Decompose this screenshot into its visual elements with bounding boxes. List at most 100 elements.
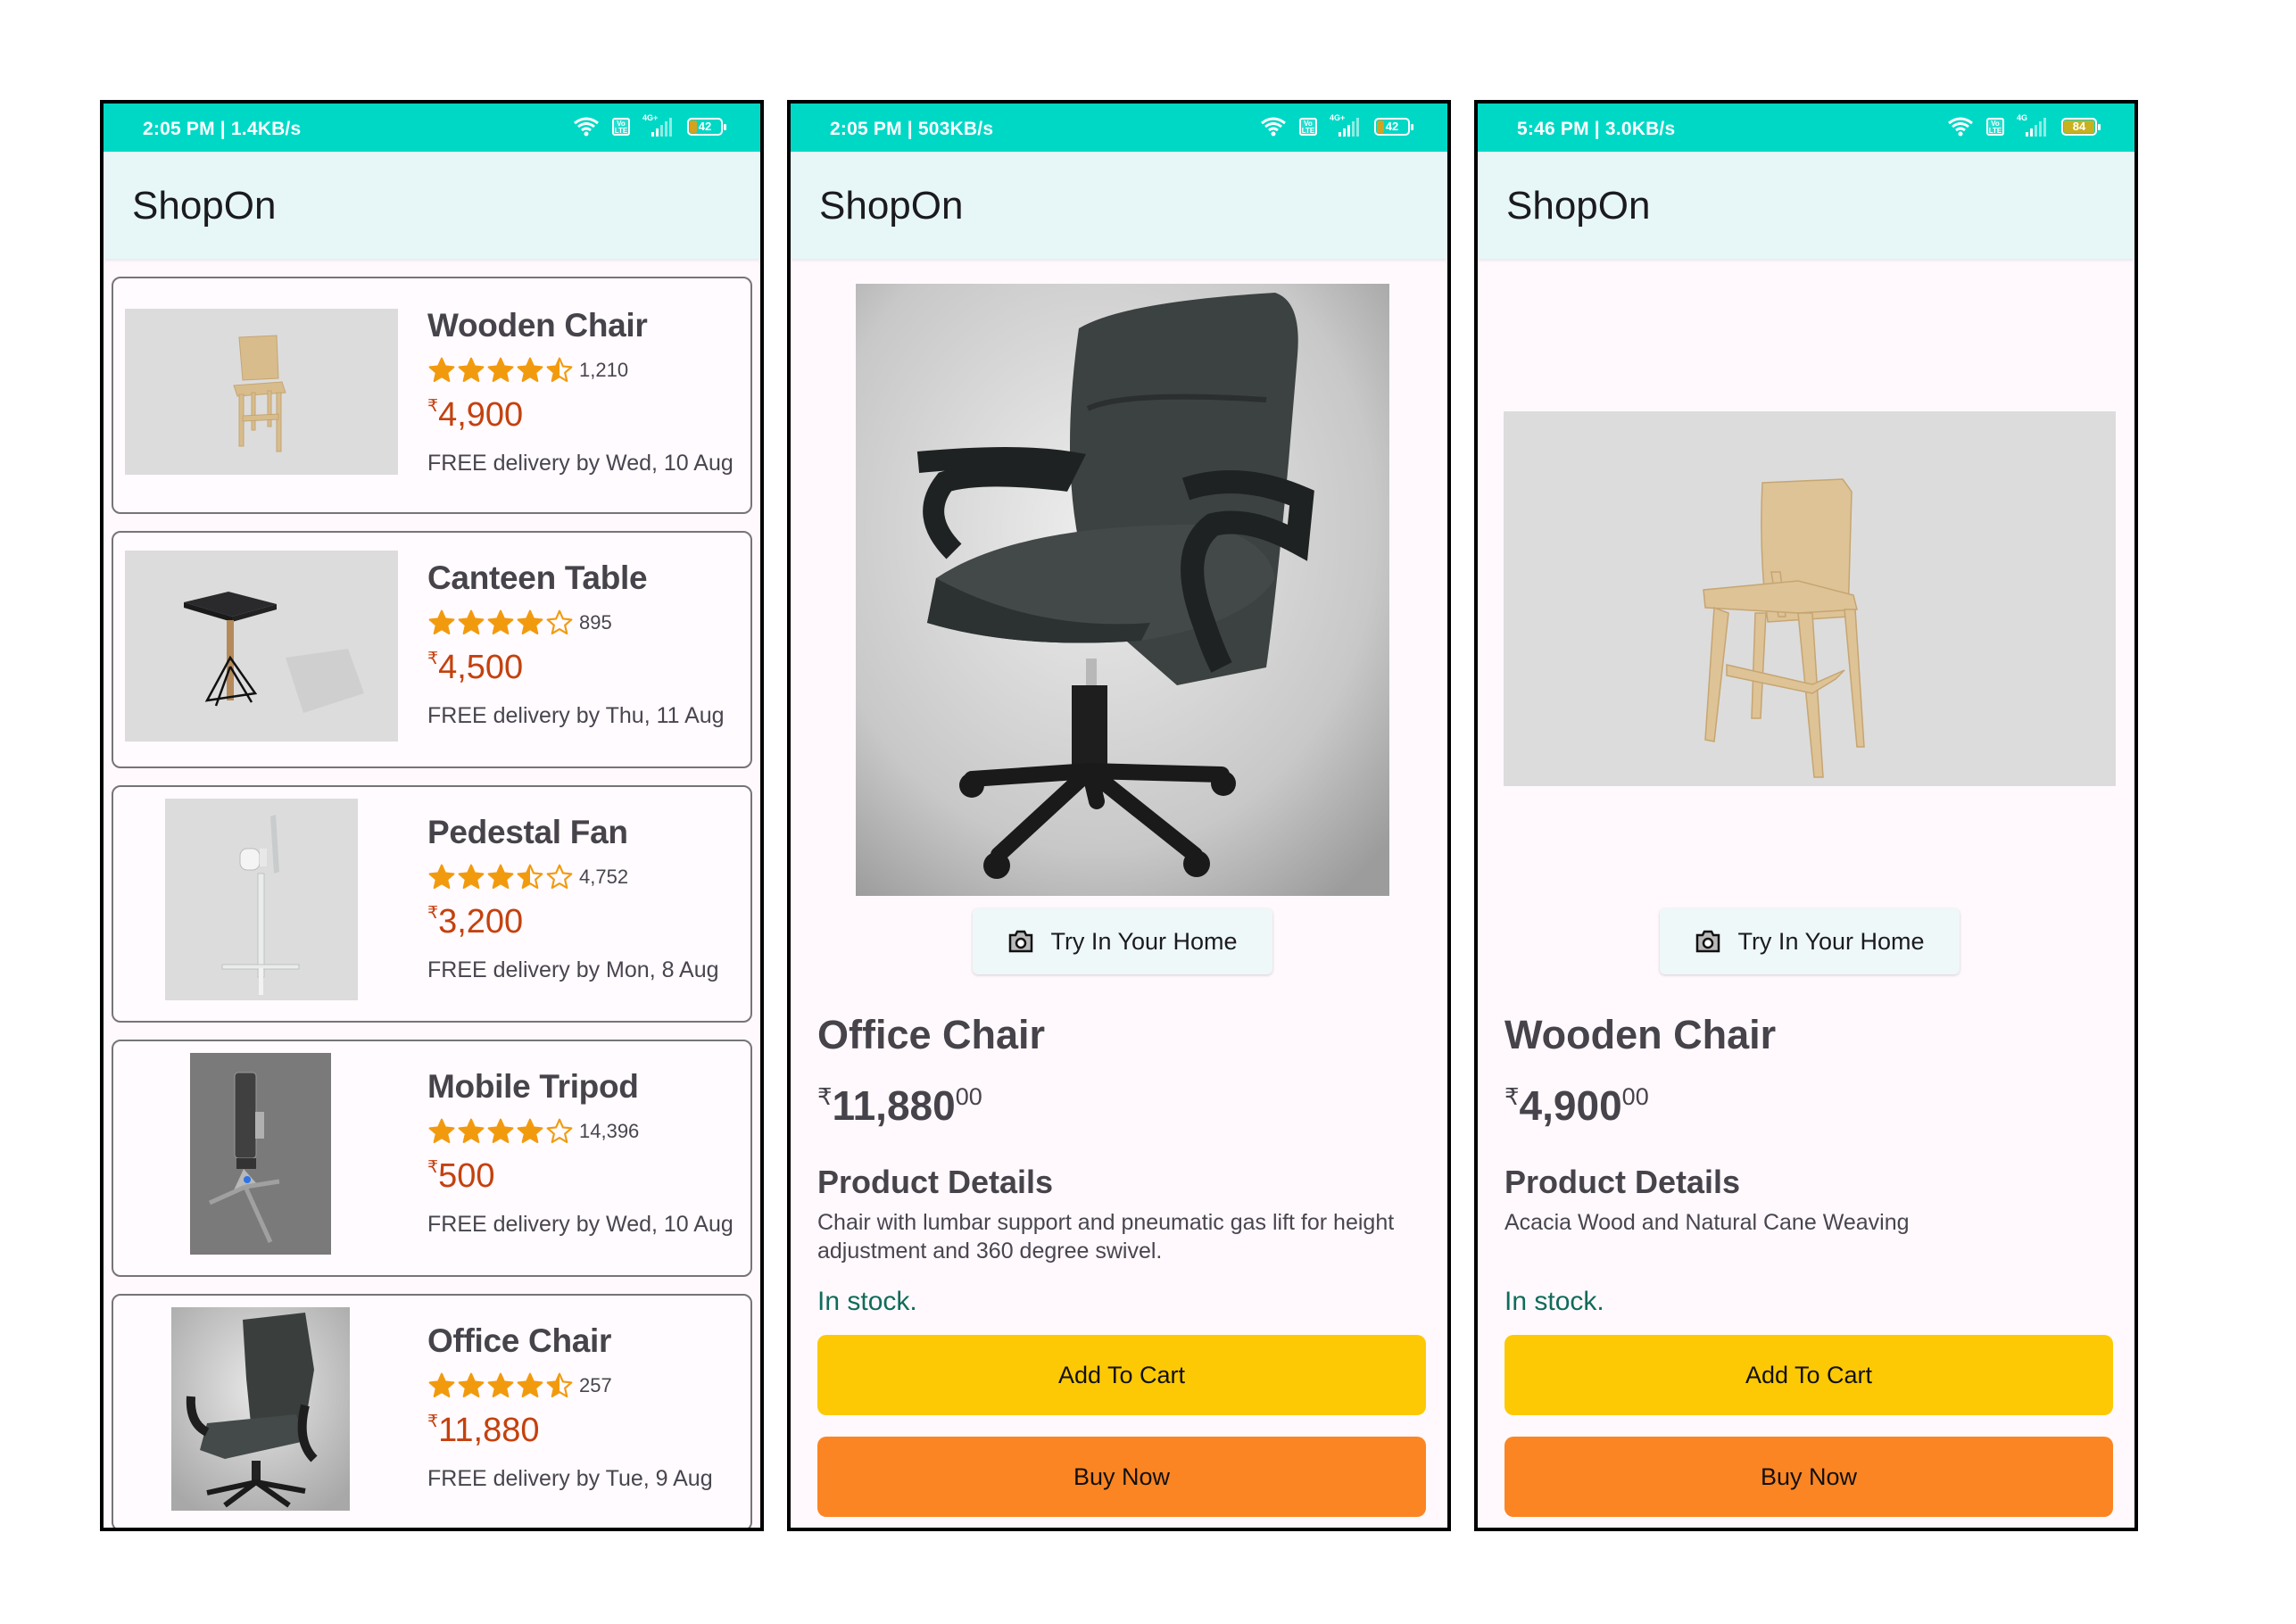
app-title: ShopOn (1506, 184, 1651, 228)
star-full-icon (487, 1372, 514, 1398)
product-name[interactable]: Wooden Chair (427, 307, 742, 344)
camera-icon (1009, 930, 1033, 953)
volte-icon: Vo LTE (612, 118, 630, 136)
signal-icon: 4G (2017, 113, 2049, 138)
rating-count: 1,210 (579, 359, 629, 381)
product-price: ₹4,90000 (1504, 1082, 1649, 1129)
product-name: Office Chair (817, 1012, 1046, 1057)
buy-now-button[interactable]: Buy Now (1504, 1437, 2113, 1517)
buy-now-button[interactable]: Buy Now (817, 1437, 1426, 1517)
volte-icon: Vo LTE (1299, 118, 1317, 136)
product-card[interactable]: Pedestal Fan 4,752 ₹3,200 FREE delivery … (112, 785, 752, 1023)
star-full-icon (517, 609, 543, 635)
product-image-wooden-chair[interactable] (1504, 411, 2116, 786)
rating-count: 895 (579, 611, 612, 634)
star-empty-icon (546, 609, 573, 635)
star-full-icon (458, 1372, 485, 1398)
star-full-icon (517, 1118, 543, 1144)
star-full-icon (458, 357, 485, 383)
battery-icon: 42 (687, 118, 726, 136)
battery-icon: 42 (1374, 118, 1413, 136)
delivery-info: FREE delivery by Thu, 11 Aug (427, 703, 725, 728)
product-price: ₹4,500 (427, 649, 524, 686)
product-name: Wooden Chair (1504, 1012, 1777, 1057)
phone-screen-product-detail-wooden-chair: 5:46 PM | 3.0KB/s Vo LTE 4G 84 ShopOn Tr… (1474, 100, 2138, 1531)
rating-stars (427, 356, 574, 385)
try-in-your-home-label: Try In Your Home (1050, 927, 1238, 955)
wifi-icon (574, 117, 599, 137)
star-full-icon (428, 1118, 455, 1144)
delivery-info: FREE delivery by Tue, 9 Aug (427, 1466, 713, 1491)
product-description: Chair with lumbar support and pneumatic … (817, 1210, 1395, 1264)
product-details-heading: Product Details (1504, 1164, 1741, 1200)
product-card[interactable]: Canteen Table 895 ₹4,500 FREE delivery b… (112, 531, 752, 768)
product-rating: 14,396 (427, 1116, 742, 1147)
star-full-icon (428, 1372, 455, 1398)
rating-stars (427, 1117, 574, 1146)
star-empty-icon (546, 864, 573, 890)
product-name[interactable]: Office Chair (427, 1322, 742, 1360)
star-full-icon (428, 864, 455, 890)
wifi-icon (1948, 117, 1973, 137)
delivery-info: FREE delivery by Wed, 10 Aug (427, 1212, 734, 1237)
rating-stars (427, 863, 574, 891)
product-image-office-chair[interactable] (856, 284, 1389, 896)
product-price: ₹11,88000 (817, 1082, 982, 1129)
product-name[interactable]: Mobile Tripod (427, 1068, 742, 1106)
status-bar: 5:46 PM | 3.0KB/s Vo LTE 4G 84 (1478, 104, 2134, 152)
product-price: ₹500 (427, 1157, 495, 1195)
volte-icon: Vo LTE (1986, 118, 2004, 136)
app-bar: ShopOn (1478, 152, 2134, 259)
add-to-cart-button[interactable]: Add To Cart (1504, 1335, 2113, 1415)
try-in-your-home-button[interactable]: Try In Your Home (973, 908, 1272, 974)
app-title: ShopOn (132, 184, 277, 228)
try-in-your-home-label: Try In Your Home (1737, 927, 1925, 955)
delivery-info: FREE delivery by Wed, 10 Aug (427, 451, 734, 476)
star-full-icon (458, 864, 485, 890)
product-price: ₹4,900 (427, 396, 524, 434)
product-rating: 4,752 (427, 862, 742, 892)
stock-status: In stock. (817, 1287, 917, 1316)
product-image-mobile-tripod (190, 1053, 331, 1255)
product-rating: 895 (427, 608, 742, 638)
app-bar: ShopOn (791, 152, 1447, 259)
star-full-icon (517, 357, 543, 383)
signal-icon: 4G+ (1330, 113, 1362, 138)
phone-screen-product-list: 2:05 PM | 1.4KB/s Vo LTE 4G+ 42 ShopOn W… (100, 100, 764, 1531)
status-time: 5:46 PM | 3.0KB/s (1517, 119, 1676, 139)
product-name[interactable]: Canteen Table (427, 559, 742, 597)
star-full-icon (458, 609, 485, 635)
product-description: Acacia Wood and Natural Cane Weaving (1504, 1210, 1910, 1235)
status-bar: 2:05 PM | 503KB/s Vo LTE 4G+ 42 (791, 104, 1447, 152)
rating-count: 257 (579, 1374, 612, 1396)
star-full-icon (487, 609, 514, 635)
rating-stars (427, 1371, 574, 1400)
add-to-cart-button[interactable]: Add To Cart (817, 1335, 1426, 1415)
rating-count: 14,396 (579, 1120, 640, 1142)
star-full-icon (487, 357, 514, 383)
star-half-icon (546, 357, 573, 383)
product-card[interactable]: Mobile Tripod 14,396 ₹500 FREE delivery … (112, 1040, 752, 1277)
star-full-icon (487, 1118, 514, 1144)
star-full-icon (458, 1118, 485, 1144)
star-empty-icon (546, 1118, 573, 1144)
product-image-wooden-chair (125, 309, 398, 475)
product-image-canteen-table (125, 551, 398, 742)
delivery-info: FREE delivery by Mon, 8 Aug (427, 957, 719, 982)
star-full-icon (517, 1372, 543, 1398)
wifi-icon (1261, 117, 1286, 137)
star-full-icon (487, 864, 514, 890)
rating-stars (427, 609, 574, 637)
phone-screen-product-detail-office-chair: 2:05 PM | 503KB/s Vo LTE 4G+ 42 ShopOn T… (787, 100, 1451, 1531)
product-rating: 257 (427, 1371, 742, 1401)
product-card[interactable]: Wooden Chair 1,210 ₹4,900 FREE delivery … (112, 277, 752, 514)
signal-icon: 4G+ (642, 113, 675, 138)
product-name[interactable]: Pedestal Fan (427, 814, 742, 851)
camera-icon (1696, 930, 1720, 953)
star-full-icon (428, 609, 455, 635)
status-bar: 2:05 PM | 1.4KB/s Vo LTE 4G+ 42 (104, 104, 760, 152)
try-in-your-home-button[interactable]: Try In Your Home (1660, 908, 1960, 974)
product-rating: 1,210 (427, 355, 742, 385)
product-details-heading: Product Details (817, 1164, 1054, 1200)
product-card[interactable]: Office Chair 257 ₹11,880 FREE delivery b… (112, 1294, 752, 1528)
